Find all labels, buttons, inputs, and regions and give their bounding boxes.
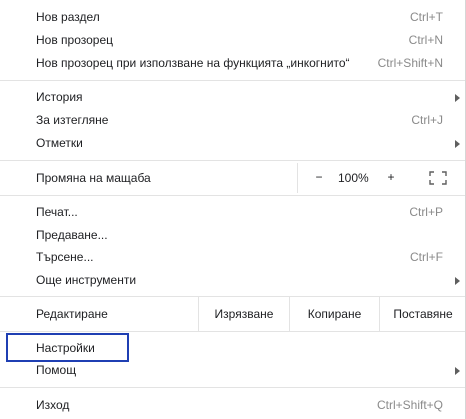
menu-item-cast[interactable]: Предаване... — [0, 224, 465, 246]
menu-item-label: Промяна на мащаба — [36, 171, 151, 185]
zoom-controls: − 100% + — [297, 163, 465, 193]
menu-item-exit[interactable]: Изход Ctrl+Shift+Q — [0, 394, 465, 416]
menu-item-print[interactable]: Печат... Ctrl+P — [0, 201, 465, 223]
menu-item-label: Помощ — [36, 363, 77, 377]
zoom-level: 100% — [338, 171, 369, 185]
menu-item-help[interactable]: Помощ — [0, 359, 465, 381]
menu-item-shortcut: Ctrl+N — [408, 33, 443, 47]
copy-button[interactable]: Копиране — [289, 297, 379, 331]
menu-item-shortcut: Ctrl+F — [410, 250, 443, 264]
menu-item-downloads[interactable]: За изтегляне Ctrl+J — [0, 109, 465, 131]
chevron-right-icon — [455, 94, 460, 102]
menu-item-shortcut: Ctrl+P — [409, 205, 443, 219]
menu-item-label: Нов прозорец при използване на функцията… — [36, 56, 350, 70]
menu-separator — [0, 331, 465, 332]
menu-item-new-window[interactable]: Нов прозорец Ctrl+N — [0, 29, 465, 51]
zoom-out-button[interactable]: − — [312, 170, 326, 184]
menu-item-shortcut: Ctrl+Shift+N — [377, 56, 443, 70]
chevron-right-icon — [455, 277, 460, 285]
menu-item-label: За изтегляне — [36, 113, 109, 127]
menu-item-label: Още инструменти — [36, 273, 137, 287]
menu-item-edit: Редактиране Изрязване Копиране Поставяне — [0, 297, 465, 331]
menu-item-label: Нов раздел — [36, 10, 100, 24]
menu-item-label: Печат... — [36, 205, 78, 219]
chevron-right-icon — [455, 367, 460, 375]
menu-item-label: Нов прозорец — [36, 33, 114, 47]
menu-item-shortcut: Ctrl+T — [410, 10, 443, 24]
settings-highlight-box — [6, 333, 129, 362]
menu-separator — [0, 80, 465, 81]
menu-item-label: Изход — [36, 398, 70, 412]
menu-item-incognito[interactable]: Нов прозорец при използване на функцията… — [0, 52, 465, 74]
menu-item-history[interactable]: История — [0, 86, 465, 108]
menu-item-label: Редактиране — [36, 307, 108, 321]
menu-item-more-tools[interactable]: Още инструменти — [0, 269, 465, 291]
fullscreen-icon[interactable] — [429, 171, 447, 185]
zoom-in-button[interactable]: + — [384, 170, 398, 184]
chevron-right-icon — [455, 140, 460, 148]
menu-item-label: Предаване... — [36, 228, 108, 242]
menu-item-zoom: Промяна на мащаба − 100% + — [0, 163, 465, 193]
menu-item-find[interactable]: Търсене... Ctrl+F — [0, 246, 465, 268]
menu-separator — [0, 195, 465, 196]
menu-item-label: Отметки — [36, 136, 83, 150]
menu-item-shortcut: Ctrl+Shift+Q — [376, 398, 443, 412]
paste-button[interactable]: Поставяне — [379, 297, 466, 331]
chrome-main-menu: Нов раздел Ctrl+T Нов прозорец Ctrl+N Но… — [0, 0, 466, 419]
menu-item-label: Търсене... — [36, 250, 94, 264]
menu-item-shortcut: Ctrl+J — [411, 113, 443, 127]
menu-separator — [0, 387, 465, 388]
menu-separator — [0, 160, 465, 161]
cut-button[interactable]: Изрязване — [198, 297, 289, 331]
menu-item-label: История — [36, 90, 83, 104]
menu-item-bookmarks[interactable]: Отметки — [0, 132, 465, 154]
menu-item-new-tab[interactable]: Нов раздел Ctrl+T — [0, 6, 465, 28]
